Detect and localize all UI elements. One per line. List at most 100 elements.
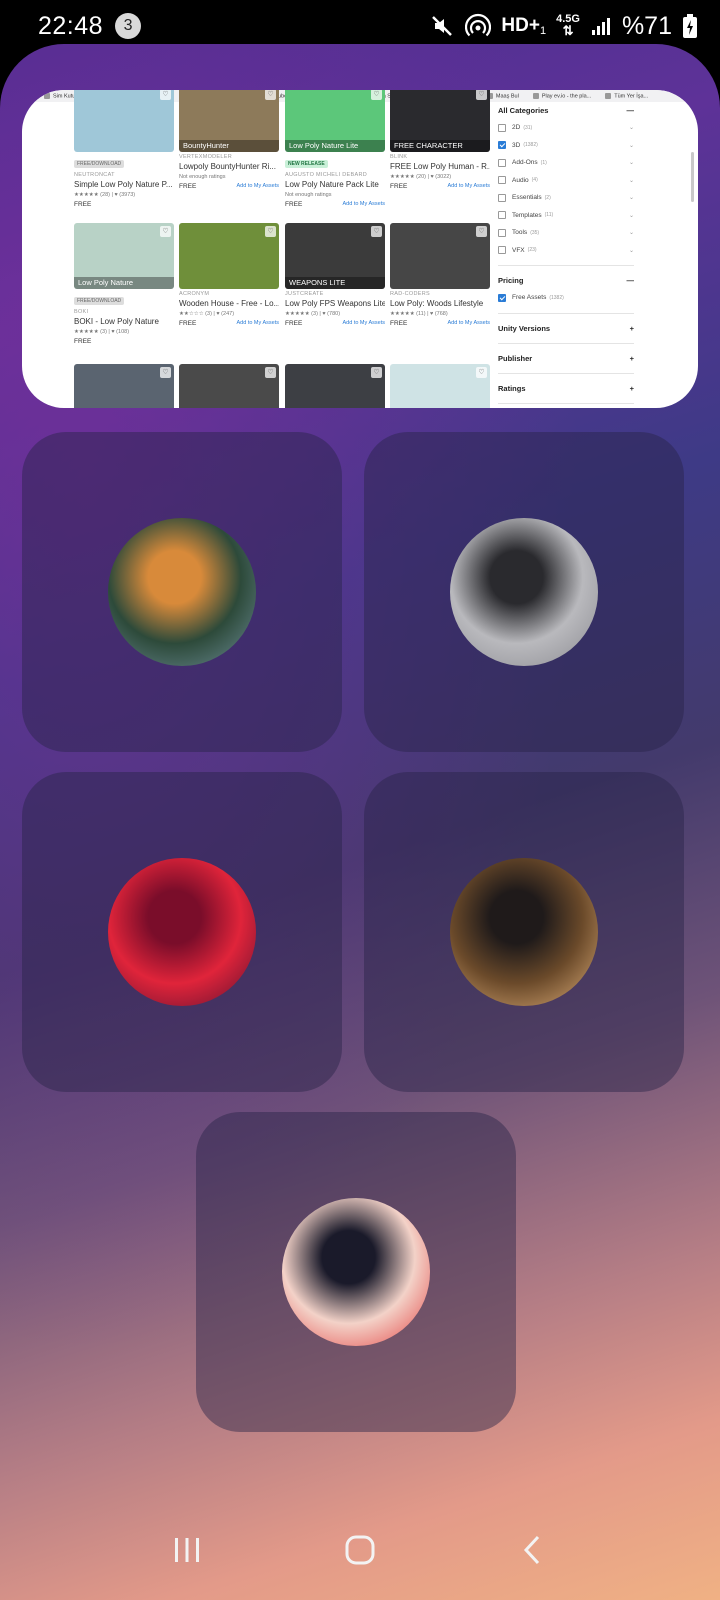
asset-publisher[interactable]: AUGUSTO MICHELI DEBARD [285, 172, 385, 178]
pricing-option-free[interactable]: Free Assets (1382) [498, 293, 634, 303]
favorite-icon[interactable]: ♡ [476, 367, 487, 378]
chevron-down-icon[interactable]: ⌄ [629, 229, 634, 236]
favorite-icon[interactable]: ♡ [265, 226, 276, 237]
checkbox[interactable] [498, 228, 506, 237]
asset-title[interactable]: Wooden House - Free - Lo... [179, 299, 279, 308]
asset-thumbnail[interactable]: ♡ [390, 223, 490, 289]
asset-card[interactable]: ♡ WEAPONS LITE JUSTCREATE Low Poly FPS Weap… [285, 223, 385, 327]
collapse-icon[interactable]: — [627, 276, 635, 285]
asset-card[interactable]: ♡ [74, 364, 174, 408]
asset-thumbnail[interactable]: ♡ BountyHunter [179, 90, 279, 152]
checkbox[interactable] [498, 176, 506, 185]
avatar[interactable] [108, 858, 256, 1006]
asset-card[interactable]: ♡Kitchen Appliance - Asset [285, 364, 385, 408]
add-to-my-assets-link[interactable]: Add to My Assets [343, 201, 386, 208]
bookmark-item[interactable]: Tüm Yer İşa... [605, 92, 648, 99]
favorite-icon[interactable]: ♡ [160, 367, 171, 378]
chevron-down-icon[interactable]: ⌄ [629, 194, 634, 201]
favorite-icon[interactable]: ♡ [476, 226, 487, 237]
asset-title[interactable]: BOKI - Low Poly Nature [74, 317, 174, 326]
chevron-down-icon[interactable]: ⌄ [629, 159, 634, 166]
add-to-my-assets-link[interactable]: Add to My Assets [448, 183, 491, 190]
add-to-my-assets-link[interactable]: Add to My Assets [343, 320, 386, 327]
asset-thumbnail[interactable]: ♡ FREE CHARACTER [390, 90, 490, 152]
browser-preview-widget[interactable]: Sim Kutusu - zu...Oyun ve Uygulama...coh… [22, 90, 698, 408]
category-item[interactable]: Templates (11) ⌄ [498, 211, 634, 221]
category-item[interactable]: VFX (23) ⌄ [498, 246, 634, 256]
back-icon[interactable] [516, 1533, 550, 1567]
add-to-my-assets-link[interactable]: Add to My Assets [448, 320, 491, 327]
bookmark-item[interactable]: Maaş Bul [486, 92, 519, 99]
asset-title[interactable]: FREE Low Poly Human - R... [390, 162, 490, 171]
asset-title[interactable]: Low Poly Nature Pack Lite [285, 180, 385, 189]
asset-card[interactable]: ♡ RAD-CODERS Low Poly: Woods Lifestyle ★★★★… [390, 223, 490, 327]
asset-thumbnail[interactable]: ♡ [74, 364, 174, 408]
asset-card[interactable]: ♡ BountyHunter VERTEXMODELER Lowpoly Bounty… [179, 90, 279, 190]
asset-thumbnail[interactable]: ♡ [179, 223, 279, 289]
asset-publisher[interactable]: JUSTCREATE [285, 291, 385, 297]
checkbox[interactable] [498, 211, 506, 220]
asset-title[interactable]: Low Poly FPS Weapons Lite [285, 299, 385, 308]
checkbox[interactable] [498, 246, 506, 255]
expand-plus-icon[interactable]: + [630, 384, 634, 393]
asset-card[interactable]: ♡ [179, 364, 279, 408]
filter-section-header[interactable]: Publisher + [498, 354, 634, 363]
asset-publisher[interactable]: VERTEXMODELER [179, 154, 279, 160]
checkbox[interactable] [498, 193, 506, 202]
asset-thumbnail[interactable]: ♡ [390, 364, 490, 408]
recents-icon[interactable] [170, 1533, 204, 1567]
category-item[interactable]: 3D (1382) ⌄ [498, 141, 634, 151]
category-item[interactable]: Essentials (2) ⌄ [498, 193, 634, 203]
favorite-icon[interactable]: ♡ [265, 367, 276, 378]
checkbox[interactable] [498, 123, 506, 132]
add-to-my-assets-link[interactable]: Add to My Assets [237, 320, 280, 327]
filter-section-header[interactable]: Ratings + [498, 384, 634, 393]
favorite-icon[interactable]: ♡ [371, 367, 382, 378]
checkbox[interactable] [498, 158, 506, 167]
asset-title[interactable]: Simple Low Poly Nature P... [74, 180, 174, 189]
contact-tile-5[interactable] [196, 1112, 516, 1432]
asset-title[interactable]: Low Poly: Woods Lifestyle [390, 299, 490, 308]
checkbox[interactable] [498, 141, 506, 150]
expand-plus-icon[interactable]: + [630, 354, 634, 363]
favorite-icon[interactable]: ♡ [476, 90, 487, 100]
asset-title[interactable]: Lowpoly BountyHunter Ri... [179, 162, 279, 171]
asset-thumbnail[interactable]: ♡ [179, 364, 279, 408]
favorite-icon[interactable]: ♡ [371, 90, 382, 100]
add-to-my-assets-link[interactable]: Add to My Assets [237, 183, 280, 190]
favorite-icon[interactable]: ♡ [160, 90, 171, 100]
chevron-down-icon[interactable]: ⌄ [629, 212, 634, 219]
scrollbar[interactable] [691, 152, 694, 202]
asset-publisher[interactable]: BOKI [74, 309, 174, 315]
asset-card[interactable]: ♡ FREE CHARACTER BLINK FREE Low Poly Human … [390, 90, 490, 190]
category-item[interactable]: 2D (31) ⌄ [498, 123, 634, 133]
avatar[interactable] [282, 1198, 430, 1346]
home-icon[interactable] [343, 1533, 377, 1567]
filter-section-header[interactable]: Unity Versions + [498, 324, 634, 333]
avatar[interactable] [108, 518, 256, 666]
asset-thumbnail[interactable]: ♡ Low Poly Nature [74, 223, 174, 289]
category-item[interactable]: Add-Ons (1) ⌄ [498, 158, 634, 168]
contact-tile-1[interactable] [22, 432, 342, 752]
categories-header[interactable]: All Categories — [498, 106, 634, 115]
category-item[interactable]: Tools (35) ⌄ [498, 228, 634, 238]
asset-thumbnail[interactable]: ♡ [74, 90, 174, 152]
collapse-icon[interactable]: — [627, 106, 635, 115]
avatar[interactable] [450, 518, 598, 666]
chevron-down-icon[interactable]: ⌄ [629, 124, 634, 131]
asset-publisher[interactable]: NEUTRONCAT [74, 172, 174, 178]
asset-thumbnail[interactable]: ♡ Low Poly Nature Lite [285, 90, 385, 152]
expand-plus-icon[interactable]: + [630, 324, 634, 333]
category-item[interactable]: Audio (4) ⌄ [498, 176, 634, 186]
asset-card[interactable]: ♡ Low Poly Nature Lite NEW RELEASE AUGUSTO … [285, 90, 385, 208]
asset-thumbnail[interactable]: ♡ WEAPONS LITE [285, 223, 385, 289]
asset-card[interactable]: ♡ [390, 364, 490, 408]
bookmark-item[interactable]: Play ev.io - the pla... [532, 92, 591, 99]
asset-card[interactable]: ♡ ACRONYM Wooden House - Free - Lo... ★★☆☆☆… [179, 223, 279, 327]
favorite-icon[interactable]: ♡ [265, 90, 276, 100]
asset-card[interactable]: ♡ Low Poly Nature FREE/DOWNLOAD BOKI BOKI - … [74, 223, 174, 345]
asset-publisher[interactable]: BLINK [390, 154, 490, 160]
asset-thumbnail[interactable]: ♡Kitchen Appliance - Asset [285, 364, 385, 408]
chevron-down-icon[interactable]: ⌄ [629, 142, 634, 149]
favorite-icon[interactable]: ♡ [160, 226, 171, 237]
